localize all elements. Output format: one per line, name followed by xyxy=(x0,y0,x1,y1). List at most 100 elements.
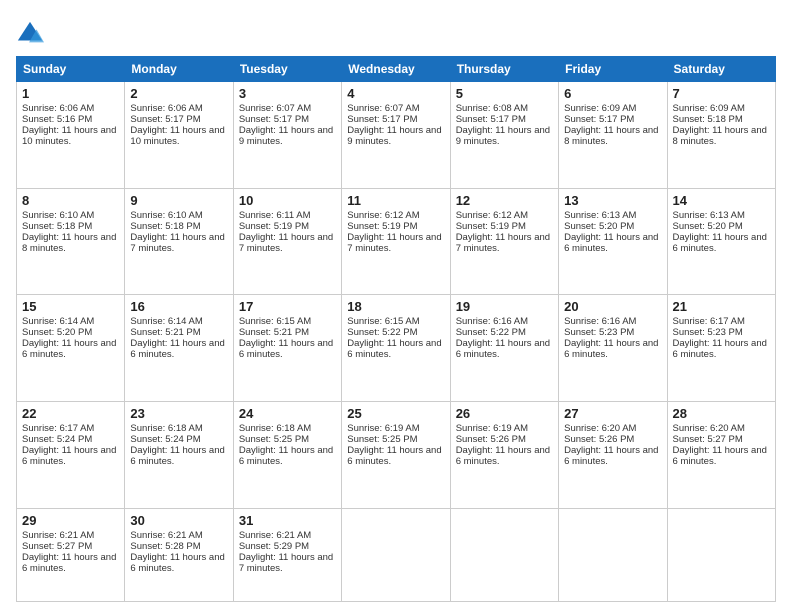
day-info: Sunset: 5:17 PM xyxy=(130,114,227,125)
calendar-cell: 7Sunrise: 6:09 AMSunset: 5:18 PMDaylight… xyxy=(667,82,775,189)
day-number: 11 xyxy=(347,193,444,208)
day-info: Sunrise: 6:07 AM xyxy=(347,103,444,114)
day-number: 17 xyxy=(239,299,336,314)
day-info: Sunrise: 6:14 AM xyxy=(22,316,119,327)
day-info: Sunrise: 6:21 AM xyxy=(239,530,336,541)
day-number: 26 xyxy=(456,406,553,421)
day-info: Sunrise: 6:20 AM xyxy=(564,423,661,434)
day-number: 1 xyxy=(22,86,119,101)
day-number: 6 xyxy=(564,86,661,101)
day-number: 4 xyxy=(347,86,444,101)
calendar-cell: 20Sunrise: 6:16 AMSunset: 5:23 PMDayligh… xyxy=(559,295,667,402)
day-info: Sunrise: 6:14 AM xyxy=(130,316,227,327)
day-info: Daylight: 11 hours and 7 minutes. xyxy=(347,232,444,254)
day-number: 14 xyxy=(673,193,770,208)
calendar-cell: 16 Sunrise: 6:14 AMSunset: 5:21 PMDayligh… xyxy=(125,295,233,402)
day-info: Sunrise: 6:07 AM xyxy=(239,103,336,114)
day-info: Sunrise: 6:17 AM xyxy=(22,423,119,434)
day-info: Sunrise: 6:08 AM xyxy=(456,103,553,114)
day-info: Daylight: 11 hours and 6 minutes. xyxy=(239,445,336,467)
day-info: Sunset: 5:26 PM xyxy=(564,434,661,445)
day-info: Daylight: 11 hours and 7 minutes. xyxy=(130,232,227,254)
calendar-cell: 13Sunrise: 6:13 AMSunset: 5:20 PMDayligh… xyxy=(559,188,667,295)
day-info: Daylight: 11 hours and 8 minutes. xyxy=(564,125,661,147)
day-info: Sunrise: 6:19 AM xyxy=(456,423,553,434)
day-info: Sunset: 5:17 PM xyxy=(456,114,553,125)
calendar-week-3: 15Sunrise: 6:14 AMSunset: 5:20 PMDayligh… xyxy=(17,295,776,402)
calendar-cell xyxy=(667,508,775,601)
calendar-cell: 2Sunrise: 6:06 AMSunset: 5:17 PMDaylight… xyxy=(125,82,233,189)
day-info: Sunrise: 6:13 AM xyxy=(673,210,770,221)
day-info: Sunset: 5:19 PM xyxy=(456,221,553,232)
calendar-cell: 3Sunrise: 6:07 AMSunset: 5:17 PMDaylight… xyxy=(233,82,341,189)
day-number: 16 xyxy=(130,299,227,314)
day-info: Sunrise: 6:09 AM xyxy=(564,103,661,114)
day-info: Daylight: 11 hours and 7 minutes. xyxy=(239,232,336,254)
day-info: Sunrise: 6:10 AM xyxy=(22,210,119,221)
calendar-cell: 1Sunrise: 6:06 AMSunset: 5:16 PMDaylight… xyxy=(17,82,125,189)
day-info: Daylight: 11 hours and 6 minutes. xyxy=(673,338,770,360)
day-info: Sunrise: 6:19 AM xyxy=(347,423,444,434)
calendar-cell: 22Sunrise: 6:17 AMSunset: 5:24 PMDayligh… xyxy=(17,401,125,508)
calendar-cell xyxy=(559,508,667,601)
day-info: Sunrise: 6:17 AM xyxy=(673,316,770,327)
calendar-cell: 21Sunrise: 6:17 AMSunset: 5:23 PMDayligh… xyxy=(667,295,775,402)
day-number: 9 xyxy=(130,193,227,208)
day-info: Sunset: 5:17 PM xyxy=(347,114,444,125)
day-info: Sunset: 5:26 PM xyxy=(456,434,553,445)
day-number: 3 xyxy=(239,86,336,101)
day-info: Sunset: 5:28 PM xyxy=(130,541,227,552)
calendar-cell: 10Sunrise: 6:11 AMSunset: 5:19 PMDayligh… xyxy=(233,188,341,295)
day-info: Sunset: 5:25 PM xyxy=(347,434,444,445)
day-info: Sunrise: 6:15 AM xyxy=(347,316,444,327)
day-info: Sunset: 5:20 PM xyxy=(22,327,119,338)
calendar-table: SundayMondayTuesdayWednesdayThursdayFrid… xyxy=(16,56,776,602)
day-info: Sunrise: 6:12 AM xyxy=(347,210,444,221)
calendar-cell: 12Sunrise: 6:12 AMSunset: 5:19 PMDayligh… xyxy=(450,188,558,295)
day-info: Daylight: 11 hours and 6 minutes. xyxy=(347,445,444,467)
day-info: Daylight: 11 hours and 6 minutes. xyxy=(564,232,661,254)
day-info: Sunset: 5:17 PM xyxy=(564,114,661,125)
page: SundayMondayTuesdayWednesdayThursdayFrid… xyxy=(0,0,792,612)
calendar-cell: 8Sunrise: 6:10 AMSunset: 5:18 PMDaylight… xyxy=(17,188,125,295)
day-info: Daylight: 11 hours and 6 minutes. xyxy=(130,338,227,360)
day-info: Sunset: 5:21 PM xyxy=(130,327,227,338)
calendar-cell: 5Sunrise: 6:08 AMSunset: 5:17 PMDaylight… xyxy=(450,82,558,189)
day-info: Daylight: 11 hours and 6 minutes. xyxy=(456,338,553,360)
day-number: 31 xyxy=(239,513,336,528)
day-info: Daylight: 11 hours and 6 minutes. xyxy=(564,445,661,467)
day-info: Sunset: 5:27 PM xyxy=(673,434,770,445)
day-number: 15 xyxy=(22,299,119,314)
calendar-cell: 4Sunrise: 6:07 AMSunset: 5:17 PMDaylight… xyxy=(342,82,450,189)
day-info: Daylight: 11 hours and 6 minutes. xyxy=(22,552,119,574)
day-info: Sunset: 5:23 PM xyxy=(564,327,661,338)
day-info: Sunset: 5:25 PM xyxy=(239,434,336,445)
day-info: Sunrise: 6:13 AM xyxy=(564,210,661,221)
col-header-tuesday: Tuesday xyxy=(233,57,341,82)
calendar-cell: 31Sunrise: 6:21 AMSunset: 5:29 PMDayligh… xyxy=(233,508,341,601)
day-number: 21 xyxy=(673,299,770,314)
day-info: Sunset: 5:17 PM xyxy=(239,114,336,125)
day-number: 13 xyxy=(564,193,661,208)
col-header-friday: Friday xyxy=(559,57,667,82)
day-info: Sunset: 5:19 PM xyxy=(347,221,444,232)
calendar-cell: 11 Sunrise: 6:12 AMSunset: 5:19 PMDayligh… xyxy=(342,188,450,295)
col-header-saturday: Saturday xyxy=(667,57,775,82)
calendar-cell xyxy=(450,508,558,601)
day-info: Daylight: 11 hours and 8 minutes. xyxy=(673,125,770,147)
day-info: Sunrise: 6:21 AM xyxy=(130,530,227,541)
col-header-wednesday: Wednesday xyxy=(342,57,450,82)
calendar-cell: 27Sunrise: 6:20 AMSunset: 5:26 PMDayligh… xyxy=(559,401,667,508)
calendar-week-4: 22Sunrise: 6:17 AMSunset: 5:24 PMDayligh… xyxy=(17,401,776,508)
day-info: Sunset: 5:22 PM xyxy=(456,327,553,338)
day-info: Daylight: 11 hours and 10 minutes. xyxy=(130,125,227,147)
day-number: 8 xyxy=(22,193,119,208)
calendar-week-5: 29Sunrise: 6:21 AMSunset: 5:27 PMDayligh… xyxy=(17,508,776,601)
day-info: Daylight: 11 hours and 7 minutes. xyxy=(456,232,553,254)
day-info: Sunrise: 6:20 AM xyxy=(673,423,770,434)
calendar-cell: 29Sunrise: 6:21 AMSunset: 5:27 PMDayligh… xyxy=(17,508,125,601)
col-header-monday: Monday xyxy=(125,57,233,82)
day-info: Sunrise: 6:09 AM xyxy=(673,103,770,114)
day-info: Sunset: 5:18 PM xyxy=(673,114,770,125)
day-number: 22 xyxy=(22,406,119,421)
